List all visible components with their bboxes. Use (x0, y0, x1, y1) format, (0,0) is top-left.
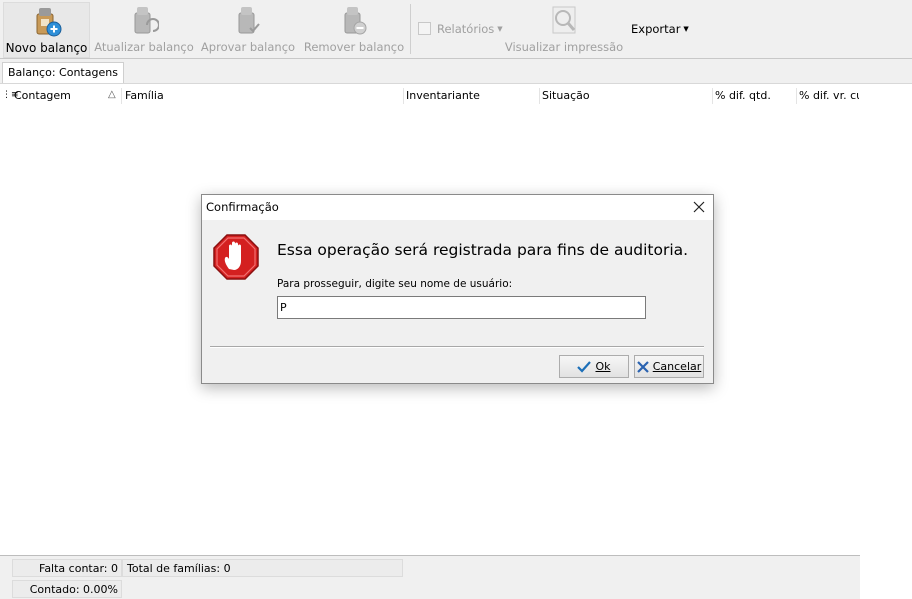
contado-status: Contado: 0.00% (12, 580, 122, 598)
magnifier-icon (552, 6, 576, 34)
falta-contar-status: Falta contar: 0 (12, 559, 122, 577)
new-balance-label: Novo balanço (5, 41, 88, 55)
ok-button[interactable]: Ok (559, 355, 629, 378)
new-balance-icon (36, 8, 61, 37)
dialog-prompt: Para prosseguir, digite seu nome de usuá… (277, 278, 513, 290)
remove-balance-icon (344, 7, 367, 35)
reports-checkbox-icon (418, 22, 431, 35)
column-separator (796, 88, 797, 104)
approve-balance-icon (238, 7, 260, 34)
update-balance-button[interactable]: Atualizar balanço (94, 2, 194, 56)
sort-ascending-icon: △ (108, 89, 116, 100)
cancel-x-icon (636, 360, 649, 373)
grid-header: ⋮≡ Contagem △ Família Inventariante Situ… (0, 86, 860, 106)
column-header-contagem[interactable]: Contagem (14, 89, 71, 102)
ok-label: Ok (595, 360, 611, 373)
dialog-title-bar: Confirmação (202, 195, 713, 220)
tab-strip: Balanço: Contagens (0, 59, 912, 84)
column-header-dif-vr-cu[interactable]: % dif. vr. cu (799, 89, 859, 102)
remove-balance-button[interactable]: Remover balanço (303, 2, 405, 56)
reports-label: Relatórios (437, 22, 495, 36)
new-balance-button[interactable]: Novo balanço (3, 2, 90, 58)
toolbar: Novo balanço Atualizar balanço Aprovar b… (0, 0, 912, 59)
approve-balance-button[interactable]: Aprovar balanço (199, 2, 297, 56)
stop-hand-icon (213, 234, 259, 280)
column-separator (121, 88, 122, 104)
dialog-message: Essa operação será registrada para fins … (277, 241, 689, 259)
username-input[interactable] (277, 296, 646, 319)
cancel-button[interactable]: Cancelar (634, 355, 704, 378)
column-separator (539, 88, 540, 104)
cancel-label: Cancelar (652, 360, 702, 373)
column-separator (403, 88, 404, 104)
column-header-familia[interactable]: Família (125, 89, 164, 102)
export-dropdown[interactable]: Exportar ▼ (631, 22, 689, 36)
dialog-title: Confirmação (206, 200, 279, 214)
chevron-down-icon: ▼ (497, 25, 503, 33)
column-header-dif-qtd[interactable]: % dif. qtd. (715, 89, 771, 102)
reports-dropdown[interactable]: Relatórios ▼ (418, 22, 503, 36)
update-balance-label: Atualizar balanço (94, 40, 194, 54)
dialog-divider (210, 346, 704, 348)
total-familias-status: Total de famílias: 0 (122, 559, 403, 577)
export-label: Exportar (631, 22, 681, 36)
close-icon[interactable] (691, 199, 707, 215)
chevron-down-icon: ▼ (683, 25, 689, 33)
toolbar-separator (410, 4, 411, 54)
tab-balanco-contagens[interactable]: Balanço: Contagens (2, 62, 124, 83)
print-preview-button[interactable]: Visualizar impressão (504, 2, 624, 56)
approve-balance-label: Aprovar balanço (200, 40, 296, 54)
confirmation-dialog: Confirmação Essa operação será registrad… (201, 194, 714, 384)
status-bar: Falta contar: 0 Total de famílias: 0 Con… (0, 555, 860, 599)
column-header-situacao[interactable]: Situação (542, 89, 590, 102)
remove-balance-label: Remover balanço (303, 40, 405, 54)
column-header-inventariante[interactable]: Inventariante (406, 89, 480, 102)
checkmark-icon (577, 360, 592, 373)
column-separator (712, 88, 713, 104)
update-balance-icon (134, 7, 159, 34)
print-preview-label: Visualizar impressão (504, 40, 624, 54)
